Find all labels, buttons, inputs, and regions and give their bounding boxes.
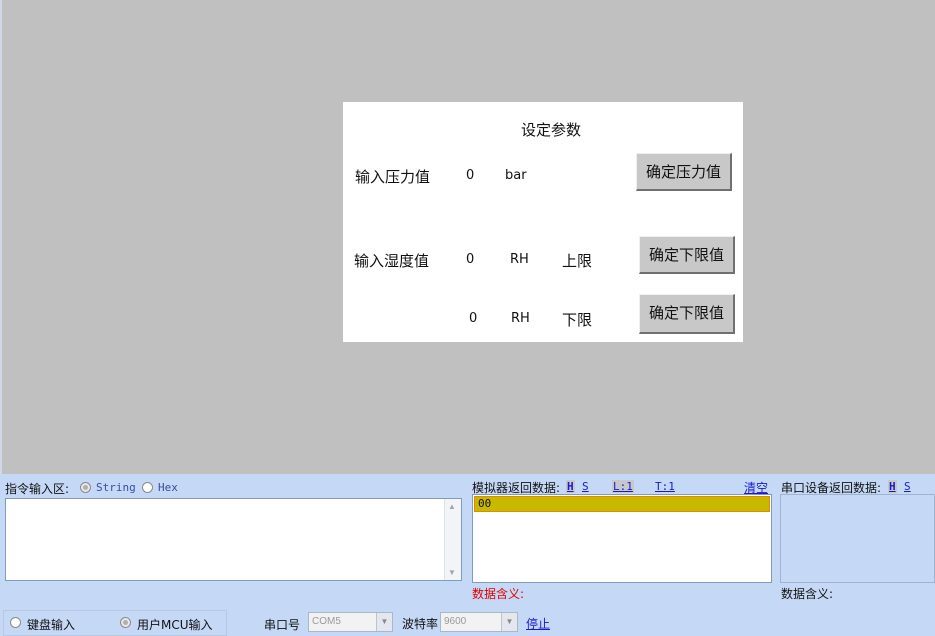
baud-rate-select[interactable]: 9600 ▼ bbox=[440, 612, 518, 632]
humidity-upper-value[interactable]: 0 bbox=[466, 252, 474, 267]
debug-console: 指令输入区: String Hex ▲ ▼ 模拟器返回数据: H S L:1 T… bbox=[0, 474, 935, 636]
humidity-label: 输入湿度值 bbox=[354, 252, 430, 270]
humidity-lower-value[interactable]: 0 bbox=[469, 311, 477, 326]
humidity-lower-limit-label: 下限 bbox=[562, 311, 593, 329]
stop-link[interactable]: 停止 bbox=[526, 615, 550, 632]
confirm-lower-limit-button[interactable]: 确定下限值 bbox=[639, 294, 735, 334]
sim-h-toggle[interactable]: H bbox=[566, 480, 575, 493]
sim-data-meaning: 数据含义: bbox=[472, 587, 525, 601]
sim-return-box: 00 bbox=[472, 494, 772, 583]
sim-data-row[interactable]: 00 bbox=[474, 496, 770, 512]
baud-rate-label: 波特率 bbox=[402, 617, 439, 631]
serial-data-meaning: 数据含义: bbox=[781, 587, 834, 601]
pressure-value[interactable]: 0 bbox=[466, 168, 474, 183]
serial-port-label: 串口号 bbox=[264, 618, 301, 632]
keyboard-input-radio[interactable] bbox=[10, 617, 21, 628]
sim-t-count[interactable]: T:1 bbox=[655, 480, 675, 493]
humidity-upper-limit-label: 上限 bbox=[562, 252, 593, 270]
string-radio-label[interactable]: String bbox=[96, 481, 136, 494]
sim-s-toggle[interactable]: S bbox=[582, 480, 589, 493]
humidity-lower-unit: RH bbox=[511, 311, 530, 326]
parameter-panel: 设定参数 输入压力值 0 bar 确定压力值 输入湿度值 0 RH 上限 确定下… bbox=[343, 102, 743, 342]
serial-return-box bbox=[780, 494, 935, 583]
cmd-input-label: 指令输入区: bbox=[5, 482, 70, 496]
pressure-label: 输入压力值 bbox=[355, 168, 431, 186]
scroll-down-icon[interactable]: ▼ bbox=[448, 568, 456, 577]
hex-radio-label[interactable]: Hex bbox=[158, 481, 178, 494]
keyboard-input-label[interactable]: 键盘输入 bbox=[27, 616, 75, 633]
panel-title: 设定参数 bbox=[521, 121, 582, 139]
serial-h-toggle[interactable]: H bbox=[888, 480, 897, 493]
scroll-up-icon[interactable]: ▲ bbox=[448, 502, 456, 511]
chevron-down-icon[interactable]: ▼ bbox=[501, 613, 517, 631]
mcu-input-radio[interactable] bbox=[120, 617, 131, 628]
pressure-unit: bar bbox=[505, 168, 527, 183]
string-radio[interactable] bbox=[80, 482, 91, 493]
cmd-input-textarea[interactable]: ▲ ▼ bbox=[5, 498, 462, 581]
humidity-upper-unit: RH bbox=[510, 252, 529, 267]
serial-s-toggle[interactable]: S bbox=[904, 480, 911, 493]
mcu-input-label[interactable]: 用户MCU输入 bbox=[137, 616, 213, 633]
hex-radio[interactable] bbox=[142, 482, 153, 493]
sim-line-count: L:1 bbox=[612, 480, 634, 493]
chevron-down-icon[interactable]: ▼ bbox=[376, 613, 392, 631]
confirm-upper-limit-button[interactable]: 确定下限值 bbox=[639, 236, 735, 274]
serial-port-select[interactable]: COM5 ▼ bbox=[308, 612, 393, 632]
cmd-scrollbar[interactable]: ▲ ▼ bbox=[444, 499, 461, 580]
confirm-pressure-button[interactable]: 确定压力值 bbox=[636, 153, 732, 191]
